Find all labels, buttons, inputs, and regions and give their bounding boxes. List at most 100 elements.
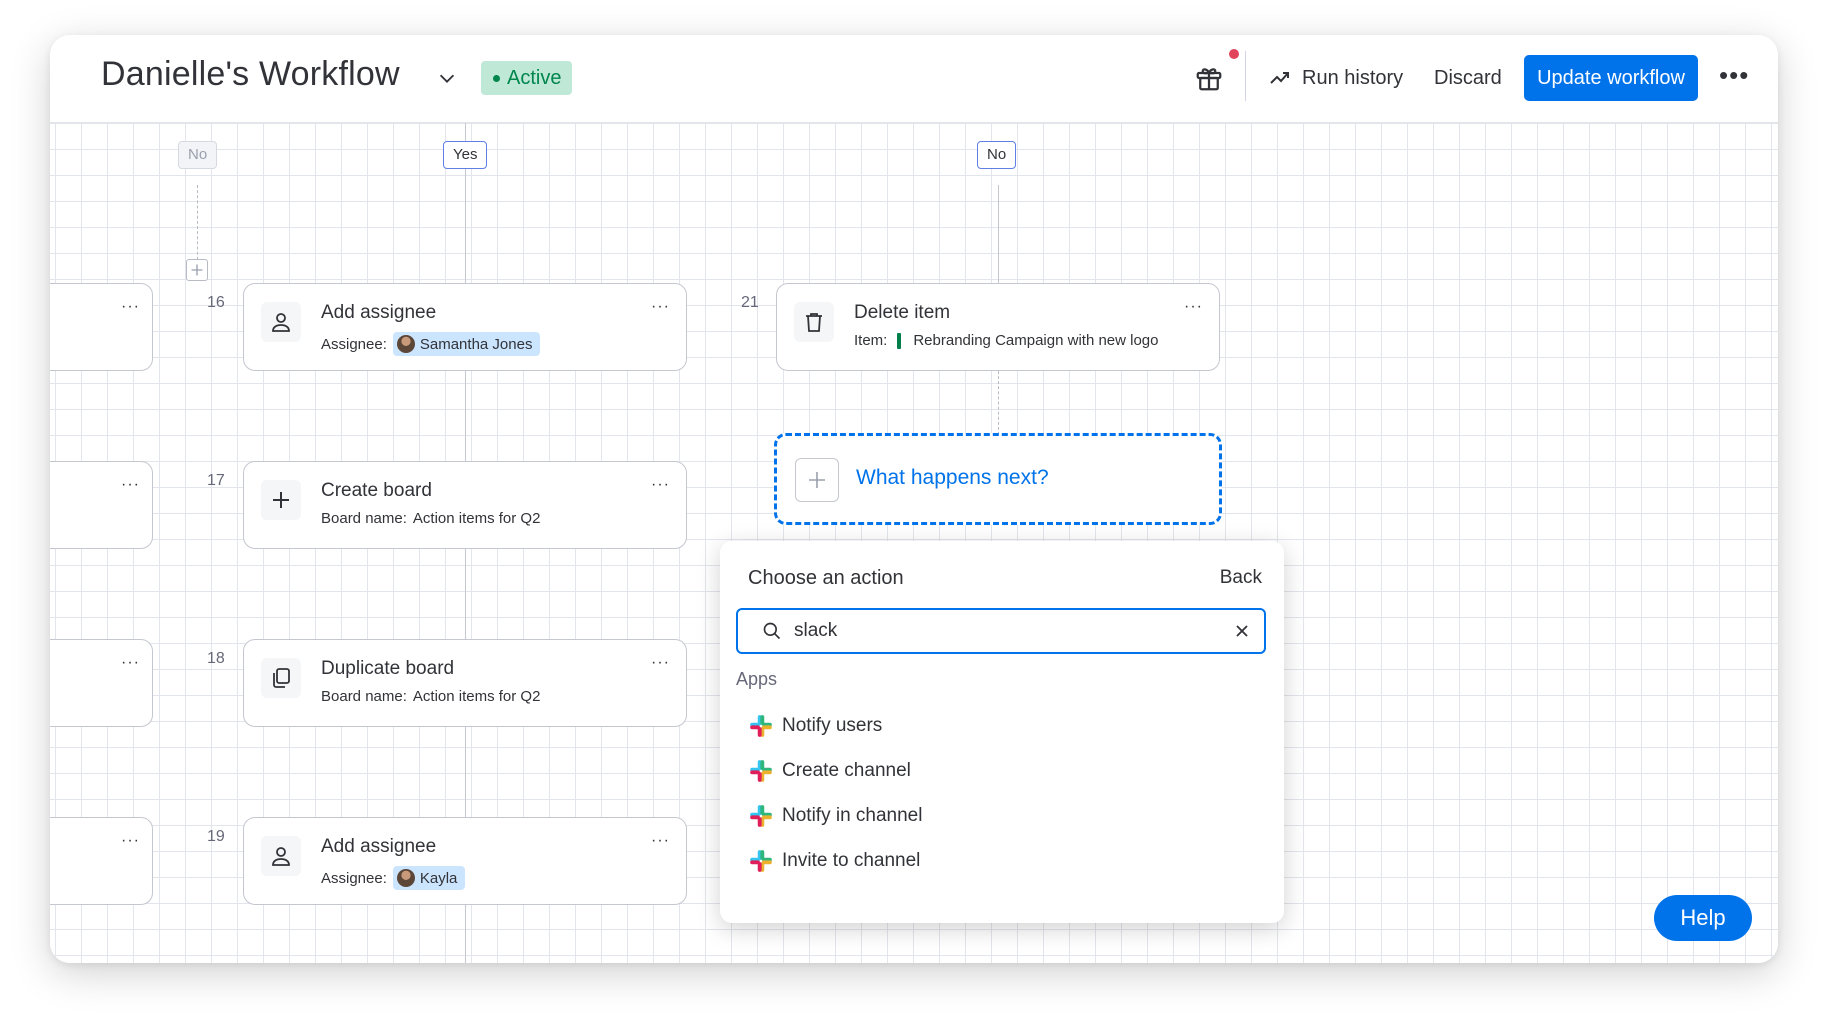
card-title: Delete item (854, 302, 951, 323)
card-more-icon[interactable]: ··· (121, 298, 140, 316)
search-icon (763, 622, 781, 640)
action-label: Create channel (782, 759, 911, 781)
status-badge: Active (481, 61, 573, 95)
branch-label-no: No (977, 141, 1017, 169)
card-sub-value: Action items for Q2 (412, 510, 541, 527)
plus-icon (191, 264, 203, 276)
header-bar: Danielle's Workflow Active Run history D… (50, 35, 1778, 123)
update-workflow-button[interactable]: Update workflow (1524, 55, 1698, 101)
card-more-icon[interactable]: ··· (651, 476, 670, 494)
help-button[interactable]: Help (1654, 895, 1752, 941)
avatar (396, 869, 415, 887)
what-happens-next-card[interactable]: What happens next? (774, 433, 1222, 525)
card-more-icon[interactable]: ··· (121, 654, 140, 672)
connector-line (998, 185, 999, 283)
search-box[interactable] (736, 608, 1266, 654)
search-input[interactable] (794, 616, 1214, 646)
step-card-partial[interactable]: ··· (50, 817, 153, 905)
chevron-down-icon[interactable] (436, 67, 458, 89)
card-more-icon[interactable]: ··· (121, 476, 140, 494)
add-step-button[interactable] (186, 259, 208, 281)
card-more-icon[interactable]: ··· (651, 832, 670, 850)
card-title: Create board (321, 480, 432, 501)
step-number: 19 (207, 828, 225, 845)
workflow-window: Danielle's Workflow Active Run history D… (50, 35, 1778, 963)
plus-icon (261, 480, 301, 520)
action-label: Notify users (782, 714, 883, 736)
action-create-channel[interactable]: Create channel (748, 748, 1258, 793)
person-icon (261, 302, 301, 342)
card-sub-label: Item: (854, 332, 888, 349)
trash-icon (794, 302, 834, 342)
popover-title: Choose an action (748, 567, 904, 589)
connector-line (197, 185, 198, 270)
what-happens-next-label: What happens next? (856, 466, 1049, 489)
card-sub-label: Board name: (321, 510, 407, 527)
step-card-partial[interactable]: ··· (50, 639, 153, 727)
slack-icon (750, 849, 772, 872)
item-color-bar (897, 332, 902, 349)
step-card-partial[interactable]: ··· (50, 283, 153, 371)
action-label: Invite to channel (782, 849, 921, 871)
notification-dot (1229, 49, 1239, 59)
card-subtitle: Board name: Action items for Q2 (321, 510, 540, 527)
assignee-name: Samantha Jones (419, 335, 533, 353)
action-notify-users[interactable]: Notify users (748, 703, 1258, 748)
card-subtitle: Assignee: Samantha Jones (321, 332, 541, 356)
assignee-name: Kayla (419, 869, 458, 887)
discard-button[interactable]: Discard (1434, 61, 1502, 95)
card-sub-value: Rebranding Campaign with new logo (913, 332, 1159, 349)
choose-action-popover: Choose an action Back Apps Notify users … (720, 541, 1284, 923)
card-more-icon[interactable]: ··· (651, 654, 670, 672)
connector-line (998, 371, 999, 435)
card-subtitle: Item: Rebranding Campaign with new logo (854, 332, 1159, 349)
more-options-icon[interactable]: ••• (1719, 62, 1749, 88)
step-card-create-board[interactable]: Create board Board name: Action items fo… (243, 461, 687, 549)
run-history-button[interactable]: Run history (1268, 61, 1403, 95)
card-subtitle: Board name: Action items for Q2 (321, 688, 540, 705)
branch-label-no: No (178, 141, 218, 169)
step-number: 17 (207, 472, 225, 489)
slack-icon (750, 714, 772, 737)
gift-icon[interactable] (1194, 63, 1224, 93)
copy-icon (261, 658, 301, 698)
step-number: 16 (207, 294, 225, 311)
back-button[interactable]: Back (1220, 567, 1262, 589)
header-divider (1245, 51, 1246, 101)
status-label: Active (507, 67, 562, 89)
action-label: Notify in channel (782, 804, 923, 826)
trend-icon (1270, 72, 1289, 84)
person-icon (261, 836, 301, 876)
branch-label-yes: Yes (443, 141, 488, 169)
step-card-partial[interactable]: ··· (50, 461, 153, 549)
step-card-delete-item[interactable]: Delete item Item: Rebranding Campaign wi… (776, 283, 1220, 371)
step-number: 18 (207, 650, 225, 667)
avatar (396, 335, 415, 353)
step-number: 21 (741, 294, 759, 311)
card-sub-label: Assignee: (321, 335, 387, 353)
action-notify-in-channel[interactable]: Notify in channel (748, 793, 1258, 838)
card-more-icon[interactable]: ··· (1184, 298, 1203, 316)
card-title: Duplicate board (321, 658, 455, 679)
card-title: Add assignee (321, 302, 437, 323)
run-history-label: Run history (1302, 66, 1404, 89)
step-card-add-assignee[interactable]: Add assignee Assignee: Samantha Jones ··… (243, 283, 687, 371)
card-sub-value: Action items for Q2 (412, 688, 541, 705)
section-label-apps: Apps (736, 669, 778, 689)
card-subtitle: Assignee: Kayla (321, 866, 466, 890)
card-more-icon[interactable]: ··· (651, 298, 670, 316)
assignee-pill[interactable]: Kayla (392, 866, 466, 890)
status-dot (493, 75, 500, 82)
assignee-pill[interactable]: Samantha Jones (392, 332, 541, 356)
slack-icon (750, 804, 772, 827)
close-icon[interactable] (1234, 623, 1250, 639)
plus-icon (795, 458, 839, 502)
card-sub-label: Board name: (321, 688, 407, 705)
card-more-icon[interactable]: ··· (121, 832, 140, 850)
action-invite-to-channel[interactable]: Invite to channel (748, 838, 1258, 883)
action-list: Notify users Create channel Notify in ch… (748, 703, 1258, 883)
step-card-duplicate-board[interactable]: Duplicate board Board name: Action items… (243, 639, 687, 727)
step-card-add-assignee[interactable]: Add assignee Assignee: Kayla ··· (243, 817, 687, 905)
workflow-title[interactable]: Danielle's Workflow (101, 55, 400, 94)
workflow-canvas[interactable]: No Yes No ··· ··· ··· ··· 16 17 18 19 21… (50, 123, 1778, 963)
